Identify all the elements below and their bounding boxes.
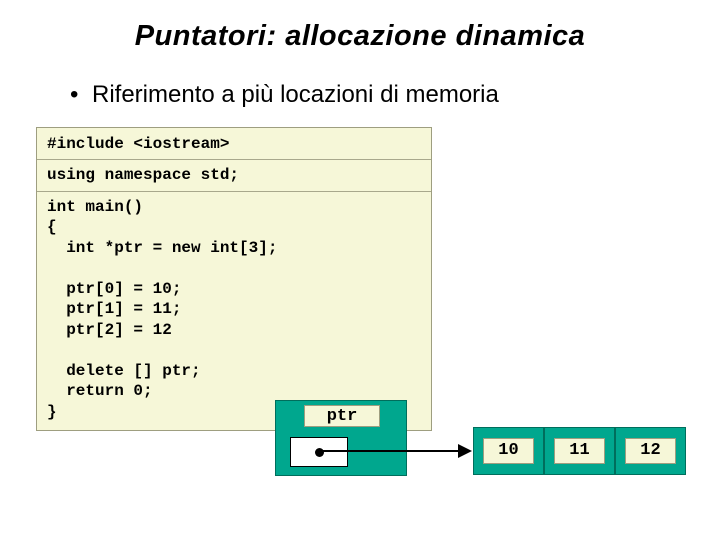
memory-cell: 11 [544,427,615,475]
cell-value: 11 [554,438,605,464]
code-line: int *ptr = new int[3]; [47,239,277,257]
code-line: #include <iostream> [47,135,229,153]
memory-cell: 10 [473,427,544,475]
code-line: ptr[0] = 10; [47,280,181,298]
arrow-line-icon [323,450,463,452]
pointer-box: ptr [275,400,407,476]
code-line: using namespace std; [47,166,239,184]
code-line: ptr[2] = 12 [47,321,172,339]
bullet-text: Riferimento a più locazioni di memoria [92,81,499,109]
bullet-item: • Riferimento a più locazioni di memoria [0,81,720,127]
cell-value: 10 [483,438,534,464]
pointer-label: ptr [304,405,380,427]
code-line: { [47,218,57,236]
code-block: #include <iostream> using namespace std;… [36,127,432,431]
page-title: Puntatori: allocazione dinamica [0,0,720,81]
code-line: return 0; [47,382,153,400]
code-divider [37,191,431,192]
bullet-marker: • [70,81,92,109]
cell-value: 12 [625,438,676,464]
memory-cells: 10 11 12 [473,427,686,475]
code-line: } [47,403,57,421]
code-line: int main() [47,198,143,216]
arrow-head-icon [458,444,472,458]
code-line: delete [] ptr; [47,362,201,380]
memory-cell: 12 [615,427,686,475]
code-divider [37,159,431,160]
code-line: ptr[1] = 11; [47,300,181,318]
memory-diagram: ptr 10 11 12 [275,400,705,510]
